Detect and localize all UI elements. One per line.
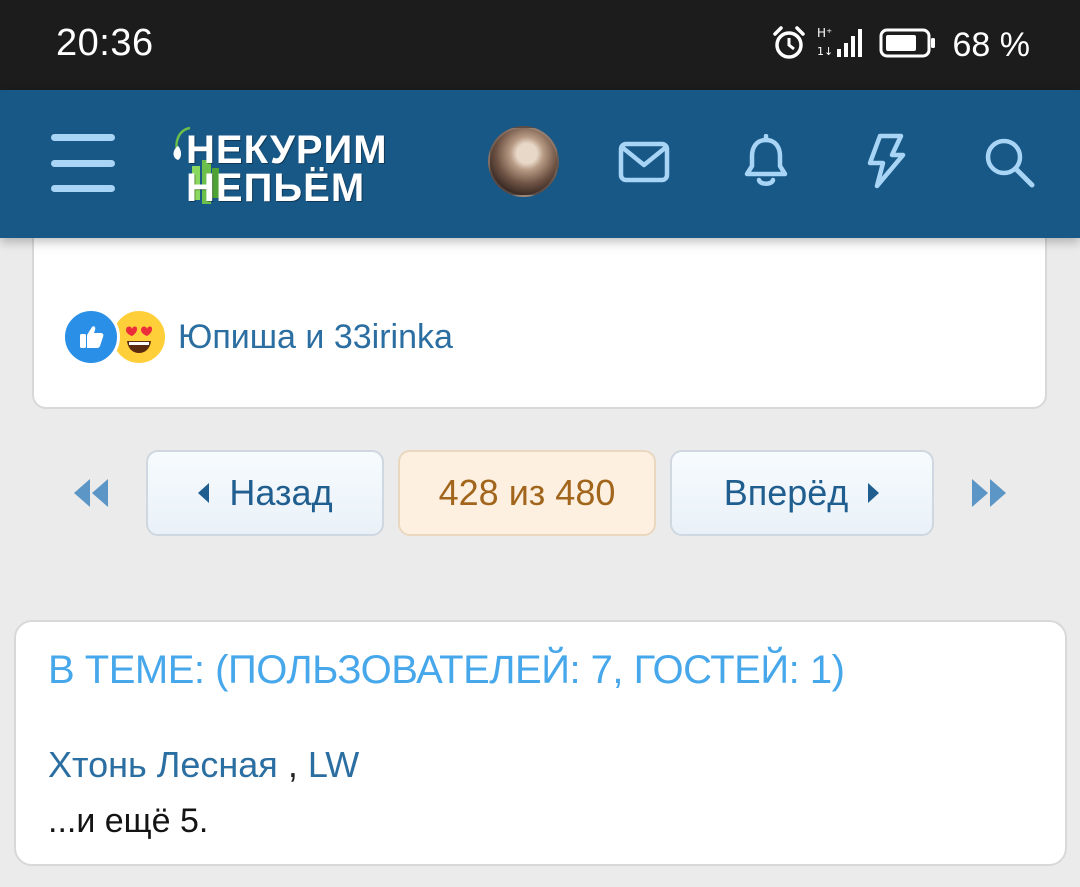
alarm-icon: [771, 25, 807, 66]
bell-icon[interactable]: [738, 130, 794, 192]
last-page-icon[interactable]: [968, 476, 1010, 515]
caret-right-icon: [868, 483, 880, 503]
first-page-icon[interactable]: [70, 476, 112, 515]
site-header: НЕКУРИМ НЕПЬЁМ: [0, 90, 1080, 238]
user-link[interactable]: LW: [308, 744, 359, 785]
svg-text:H⁺: H⁺: [817, 26, 832, 40]
site-logo[interactable]: НЕКУРИМ НЕПЬЁМ: [168, 122, 448, 208]
lightning-icon[interactable]: [858, 130, 912, 192]
next-page-button[interactable]: Вперёд: [670, 450, 934, 536]
svg-text:1↓: 1↓: [817, 45, 833, 58]
battery-percent: 68 %: [952, 25, 1031, 64]
search-icon[interactable]: [980, 132, 1038, 192]
current-page-indicator[interactable]: 428 из 480: [398, 450, 656, 536]
prev-page-label: Назад: [229, 472, 333, 513]
more-users-text: ...и ещё 5.: [48, 802, 209, 840]
in-topic-card: В ТЕМЕ: (ПОЛЬЗОВАТЕЛЕЙ: 7, ГОСТЕЙ: 1) Хт…: [14, 620, 1067, 866]
avatar[interactable]: [488, 126, 559, 197]
thumbs-up-icon: [62, 308, 120, 366]
logo-line2: НЕПЬЁМ: [186, 166, 366, 210]
reactions-bar[interactable]: Юпиша и 33irinka: [62, 308, 453, 366]
caret-left-icon: [198, 483, 210, 503]
next-page-label: Вперёд: [723, 472, 849, 513]
user-separator: ,: [287, 744, 298, 785]
prev-page-button[interactable]: Назад: [146, 450, 384, 536]
battery-icon: [879, 27, 937, 64]
logo-line1: НЕКУРИМ: [186, 128, 388, 172]
reactors-link[interactable]: Юпиша и 33irinka: [178, 318, 453, 357]
menu-icon[interactable]: [50, 134, 116, 192]
signal-icon: H⁺ 1↓: [817, 25, 869, 66]
in-topic-users: Хтонь Лесная , LW: [48, 744, 359, 786]
status-bar: 20:36 H⁺ 1↓ 68 %: [0, 0, 1080, 90]
status-time: 20:36: [56, 22, 154, 64]
user-link[interactable]: Хтонь Лесная: [48, 744, 278, 785]
current-page-label: 428 из 480: [438, 472, 616, 513]
mail-icon[interactable]: [616, 134, 672, 190]
in-topic-title: В ТЕМЕ: (ПОЛЬЗОВАТЕЛЕЙ: 7, ГОСТЕЙ: 1): [48, 648, 845, 692]
pagination: Назад 428 из 480 Вперёд: [0, 450, 1080, 538]
status-icons: H⁺ 1↓ 68 %: [771, 22, 1031, 68]
